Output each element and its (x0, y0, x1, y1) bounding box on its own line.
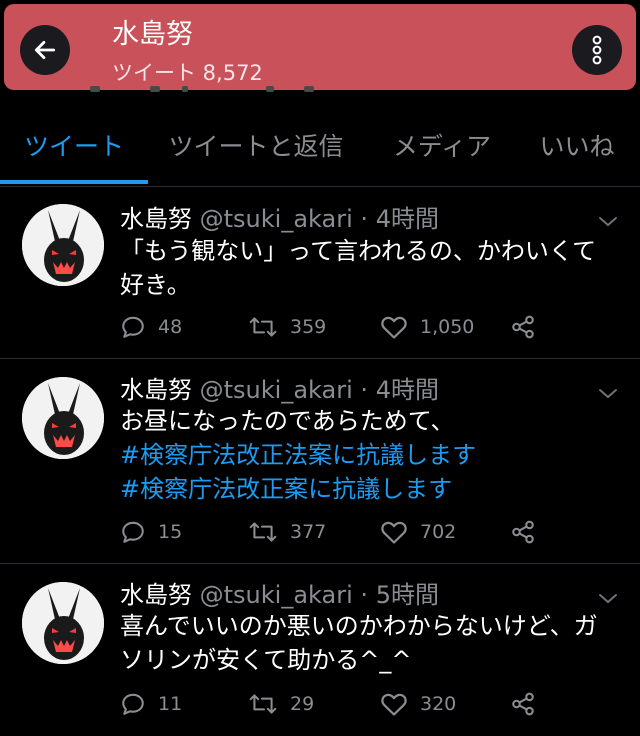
text-line: 「もう観ない」って言われるの、かわいくて (120, 237, 597, 265)
reply-count: 11 (158, 693, 183, 715)
tweet-divider (0, 358, 640, 359)
reply-icon (122, 316, 144, 338)
avatar[interactable] (22, 204, 104, 286)
text-line: ソリンが安くて助かる^_^ (120, 646, 412, 674)
tweet-text: 「もう観ない」って言われるの、かわいくて 好き。 (120, 234, 620, 302)
tweet-item[interactable]: 水島努 @tsuki_akari · 4時間 「もう観ない」って言われるの、かわ… (0, 187, 640, 359)
back-button[interactable] (20, 25, 70, 75)
retweet-icon (249, 522, 277, 542)
text-line: 好き。 (120, 271, 191, 299)
tweet-actions: 48 359 1,050 (120, 312, 630, 342)
reply-button[interactable]: 11 (120, 689, 182, 719)
tweet-author: 水島努 @tsuki_akari · 4時間 (120, 204, 439, 234)
tweet-author: 水島努 @tsuki_akari · 4時間 (120, 375, 439, 405)
tab-tweets-and-replies[interactable]: ツイートと返信 (150, 114, 362, 182)
like-button[interactable]: 1,050 (380, 312, 474, 342)
tab-tweets[interactable]: ツイート (0, 114, 148, 182)
chevron-down-icon[interactable] (596, 214, 620, 230)
retweet-icon (249, 694, 277, 714)
reply-button[interactable]: 48 (120, 312, 182, 342)
profile-tabs: ツイート ツイートと返信 メディア いいね (0, 114, 640, 186)
reply-count: 15 (158, 521, 183, 543)
heart-icon (381, 521, 407, 544)
tab-media[interactable]: メディア (378, 114, 506, 182)
back-arrow-icon (34, 41, 56, 59)
clipped-bio-remnant (90, 86, 320, 94)
share-button[interactable] (510, 312, 536, 342)
tweet-item[interactable]: 水島努 @tsuki_akari · 4時間 お昼になったのであらためて、 #検… (0, 360, 640, 564)
like-count: 1,050 (420, 316, 475, 338)
text-line: お昼になったのであらためて、 (120, 407, 455, 435)
chevron-down-icon[interactable] (596, 591, 620, 607)
hashtag-link[interactable]: #検察庁法改正案に抗議します (120, 472, 620, 506)
separator: · (360, 205, 369, 233)
like-count: 702 (420, 521, 457, 543)
avatar[interactable] (22, 377, 104, 459)
tweet-text: お昼になったのであらためて、 #検察庁法改正法案に抗議します #検察庁法改正案に… (120, 404, 620, 506)
retweet-count: 377 (290, 521, 327, 543)
tweet-text: 喜んでいいのか悪いのかわからないけど、ガ ソリンが安くて助かる^_^ (120, 609, 620, 677)
like-button[interactable]: 702 (380, 517, 456, 547)
timestamp[interactable]: 5時間 (376, 581, 439, 609)
tweet-item[interactable]: 水島努 @tsuki_akari · 5時間 喜んでいいのか悪いのかわからないけ… (0, 565, 640, 736)
rabbit-mascot-icon (22, 582, 104, 664)
tweet-count: ツイート 8,572 (112, 61, 263, 85)
separator: · (360, 581, 369, 609)
text-line: 喜んでいいのか悪いのかわからないけど、ガ (120, 612, 598, 640)
heart-icon (381, 316, 407, 339)
tweet-divider (0, 563, 640, 564)
rabbit-mascot-icon (22, 377, 104, 459)
retweet-count: 359 (290, 316, 327, 338)
handle[interactable]: @tsuki_akari (200, 205, 353, 233)
share-icon (512, 692, 534, 716)
tweet-actions: 11 29 320 (120, 689, 630, 719)
separator: · (360, 376, 369, 404)
handle[interactable]: @tsuki_akari (200, 581, 353, 609)
retweet-icon (249, 317, 277, 337)
rabbit-mascot-icon (22, 204, 104, 286)
reply-count: 48 (158, 316, 183, 338)
reply-icon (122, 693, 144, 715)
share-button[interactable] (510, 517, 536, 547)
timestamp[interactable]: 4時間 (376, 376, 439, 404)
like-button[interactable]: 320 (380, 689, 456, 719)
handle[interactable]: @tsuki_akari (200, 376, 353, 404)
timestamp[interactable]: 4時間 (376, 205, 439, 233)
display-name[interactable]: 水島努 (120, 376, 192, 404)
hashtag-link[interactable]: #検察庁法改正法案に抗議します (120, 438, 620, 472)
retweet-button[interactable]: 29 (248, 689, 314, 719)
avatar[interactable] (22, 582, 104, 664)
retweet-button[interactable]: 359 (248, 312, 326, 342)
share-icon (512, 315, 534, 339)
profile-header: 水島努 ツイート 8,572 (4, 4, 636, 90)
more-options-button[interactable] (572, 25, 622, 75)
chevron-down-icon[interactable] (596, 386, 620, 402)
tab-likes[interactable]: いいね (524, 114, 630, 182)
retweet-button[interactable]: 377 (248, 517, 326, 547)
reply-icon (122, 521, 144, 543)
header-title: 水島努 (112, 19, 193, 50)
active-tab-indicator (0, 180, 148, 184)
more-vertical-icon (592, 35, 602, 65)
share-button[interactable] (510, 689, 536, 719)
tweet-author: 水島努 @tsuki_akari · 5時間 (120, 580, 439, 610)
reply-button[interactable]: 15 (120, 517, 182, 547)
heart-icon (381, 693, 407, 716)
retweet-count: 29 (290, 693, 315, 715)
tweet-actions: 15 377 702 (120, 517, 630, 547)
like-count: 320 (420, 693, 457, 715)
share-icon (512, 520, 534, 544)
display-name[interactable]: 水島努 (120, 581, 192, 609)
display-name[interactable]: 水島努 (120, 205, 192, 233)
